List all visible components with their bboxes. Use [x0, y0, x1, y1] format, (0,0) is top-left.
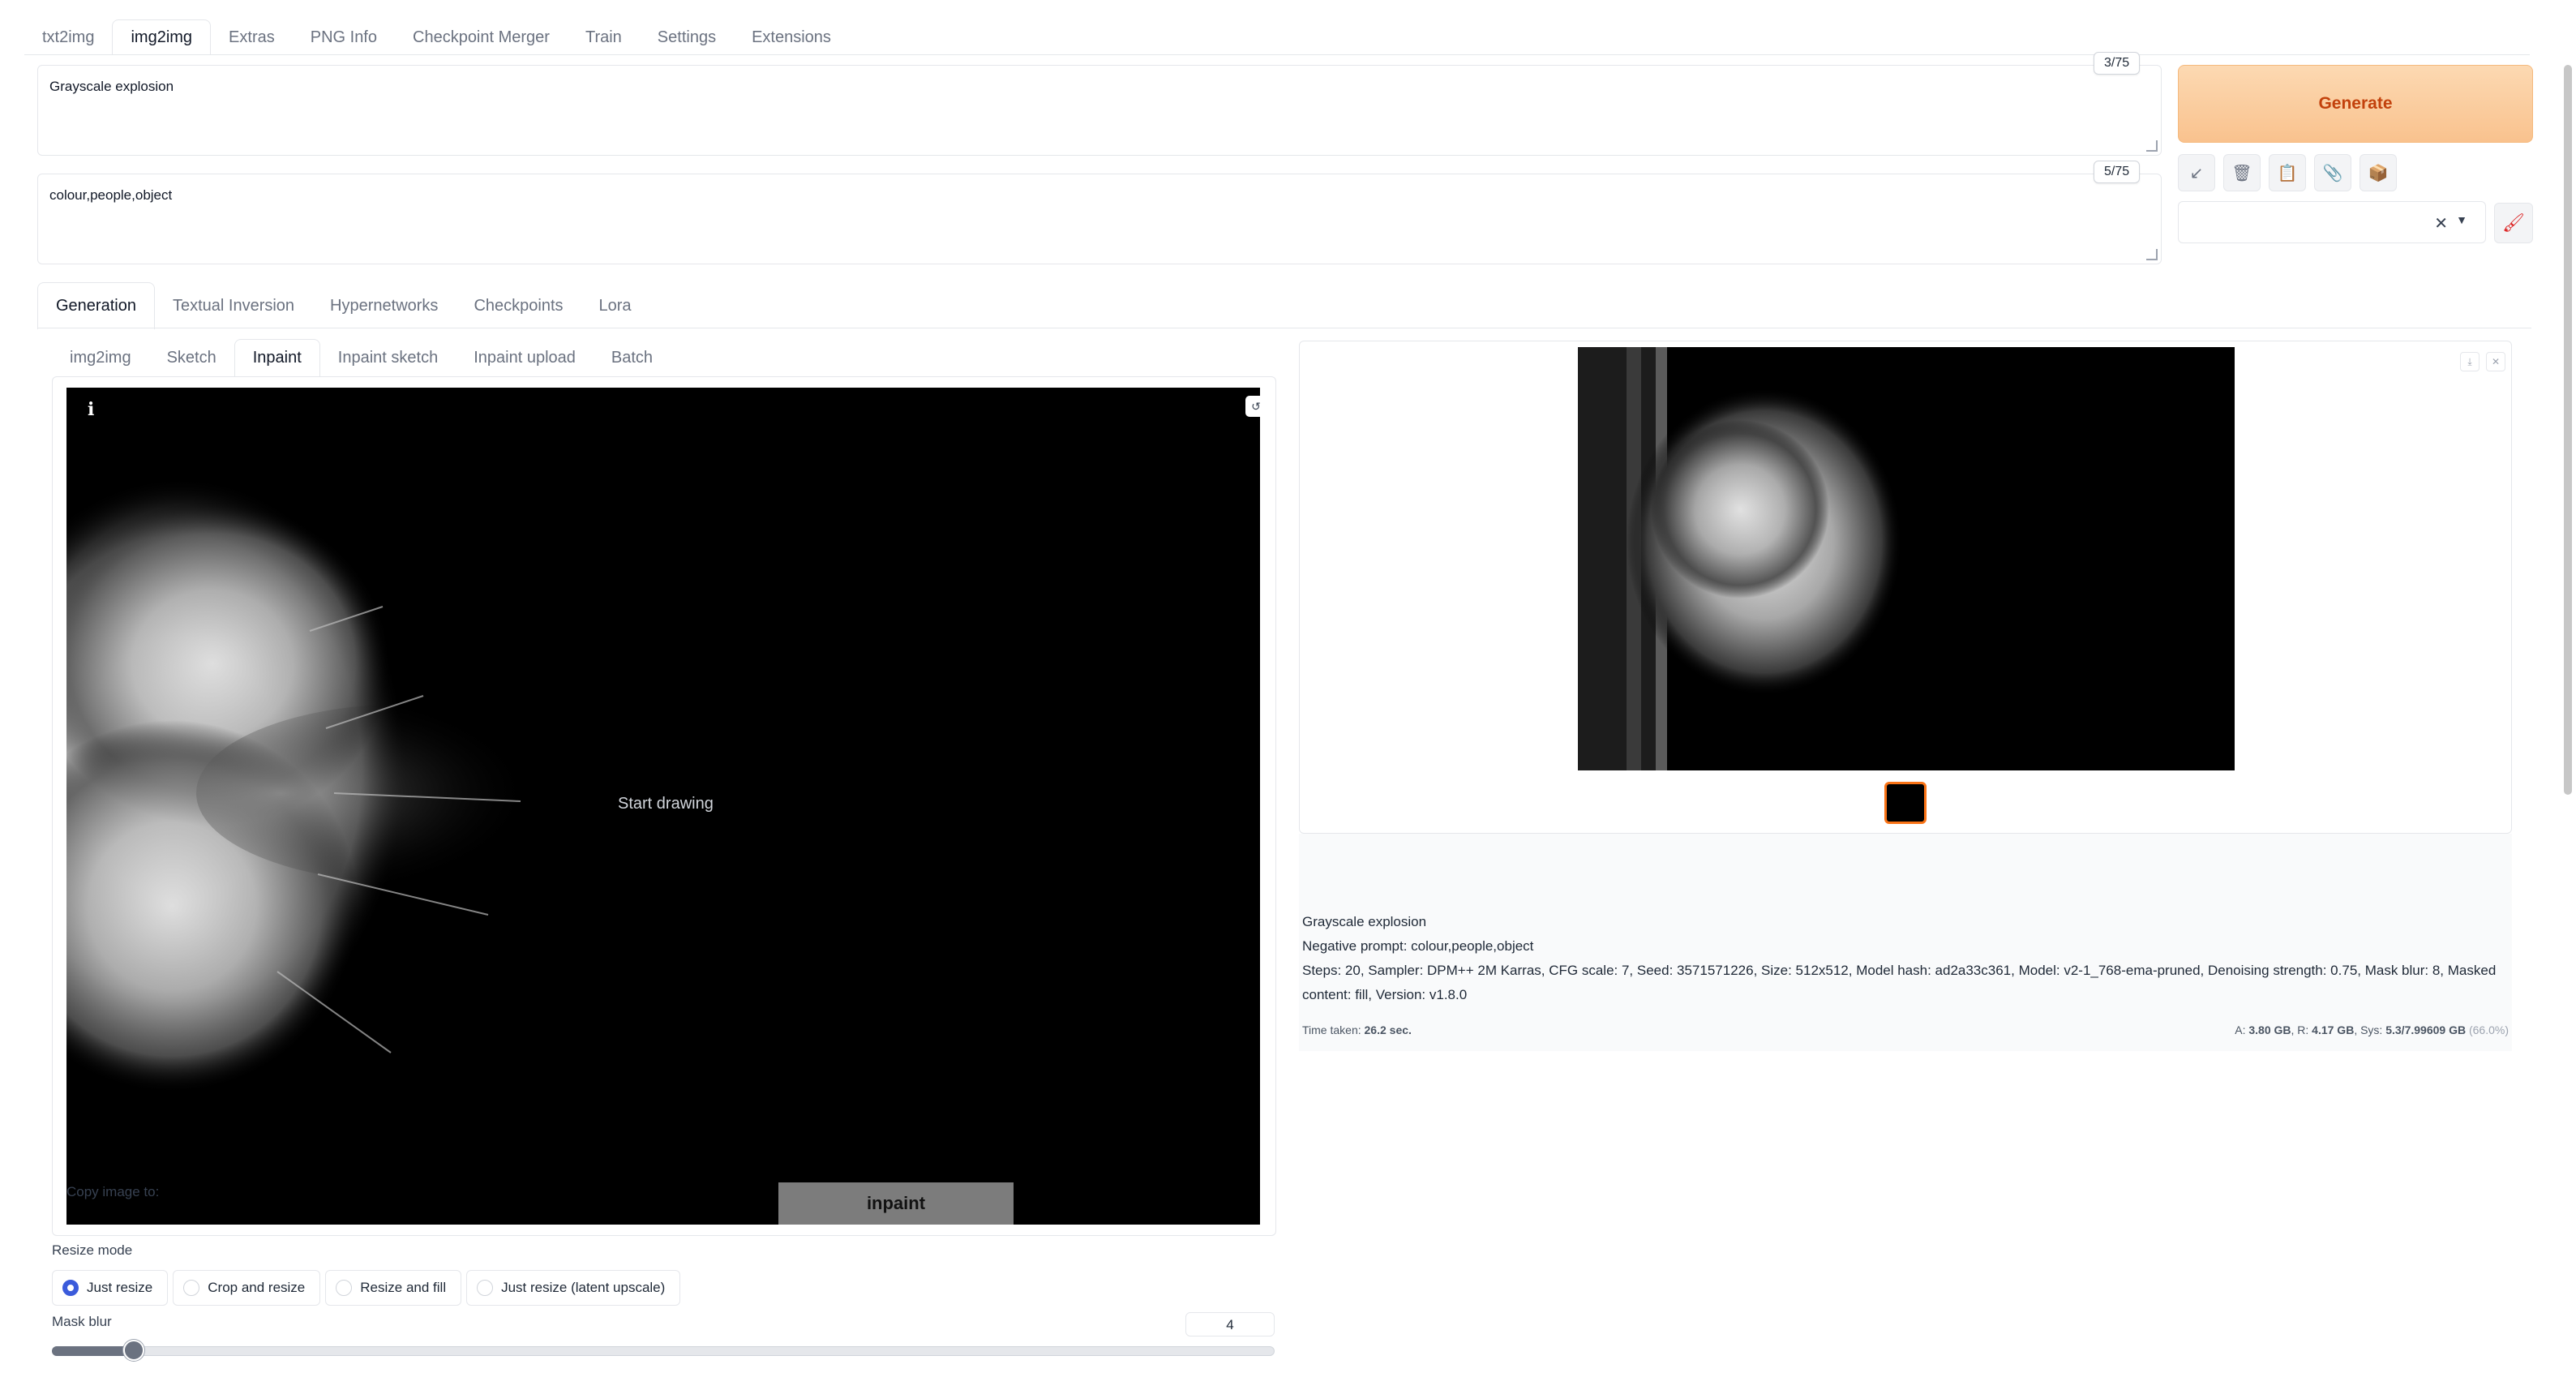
mem-r-value: 4.17 GB: [2312, 1023, 2355, 1036]
mask-blur-slider-fill: [52, 1346, 134, 1356]
clear-prompt-button[interactable]: 🗑: [2223, 154, 2261, 191]
tab-textual-inversion[interactable]: Textual Inversion: [155, 282, 312, 329]
tab-txt2img[interactable]: txt2img: [24, 19, 112, 55]
output-explosion-image: [1578, 347, 1902, 770]
mem-percent: (66.0%): [2468, 1023, 2509, 1036]
radio-label: Resize and fill: [360, 1280, 447, 1295]
radio-label: Just resize: [87, 1280, 153, 1295]
mask-blur-label: Mask blur: [52, 1314, 112, 1329]
copy-image-to-label: Copy image to:: [66, 1184, 160, 1199]
resize-grip-icon[interactable]: [2146, 249, 2158, 260]
apply-style-button[interactable]: 📋: [2269, 154, 2306, 191]
radio-checked-icon: [62, 1280, 79, 1296]
trash-icon: 🗑: [2231, 164, 2252, 182]
box-icon: 📦: [2368, 164, 2389, 182]
tab-hypernetworks[interactable]: Hypernetworks: [312, 282, 456, 329]
img2img-mode-tabs: img2img Sketch Inpaint Inpaint sketch In…: [52, 339, 671, 376]
negative-prompt-text: colour,people,object: [49, 187, 173, 203]
mem-a-label: A:: [2235, 1023, 2246, 1036]
tab-img2img[interactable]: img2img: [112, 19, 212, 55]
chevron-down-icon[interactable]: ▼: [2456, 213, 2467, 226]
resize-mode-label: Resize mode: [52, 1242, 133, 1258]
tab-extras[interactable]: Extras: [211, 19, 293, 55]
tab-checkpoint-merger[interactable]: Checkpoint Merger: [395, 19, 568, 55]
top-tab-bar: txt2img img2img Extras PNG Info Checkpoi…: [24, 19, 849, 55]
radio-resize-and-fill[interactable]: Resize and fill: [325, 1270, 462, 1306]
tab-batch[interactable]: Batch: [594, 339, 671, 376]
memory-stats: A: 3.80 GB, R: 4.17 GB, Sys: 5.3/7.99609…: [2235, 1023, 2509, 1036]
page-scrollbar[interactable]: [2564, 65, 2572, 795]
output-negative-prompt: Negative prompt: colour,people,object: [1302, 938, 1534, 954]
edit-styles-button[interactable]: 🖌: [2494, 203, 2533, 243]
paste-button[interactable]: 📎: [2314, 154, 2351, 191]
paperclip-icon: 📎: [2322, 164, 2343, 182]
resize-grip-icon[interactable]: [2146, 140, 2158, 152]
generate-button[interactable]: Generate: [2178, 65, 2533, 143]
time-taken-value: 26.2 sec.: [1364, 1023, 1412, 1036]
output-params-line-1: Steps: 20, Sampler: DPM++ 2M Karras, CFG…: [1302, 963, 2497, 978]
copy-to-inpaint-button[interactable]: inpaint: [778, 1182, 1014, 1225]
paintbrush-icon: 🖌: [2502, 212, 2525, 233]
tab-checkpoints[interactable]: Checkpoints: [456, 282, 581, 329]
mem-sys-label: Sys:: [2360, 1023, 2383, 1036]
tab-extensions[interactable]: Extensions: [734, 19, 849, 55]
tab-divider: [24, 54, 2530, 55]
resize-mode-radio-group: Just resize Crop and resize Resize and f…: [52, 1270, 681, 1306]
negative-prompt-input[interactable]: colour,people,object: [37, 174, 2162, 264]
mem-sys-value: 5.3/7.99609 GB: [2385, 1023, 2467, 1036]
radio-label: Just resize (latent upscale): [501, 1280, 666, 1295]
mask-blur-slider-track[interactable]: [52, 1346, 1275, 1356]
arrow-icon: ↙: [2189, 164, 2204, 182]
radio-just-resize[interactable]: Just resize: [52, 1270, 169, 1306]
download-icon[interactable]: ⤓: [2460, 352, 2480, 371]
generation-tab-bar: Generation Textual Inversion Hypernetwor…: [37, 282, 649, 329]
generation-info: Grayscale explosion Negative prompt: col…: [1299, 834, 2512, 1051]
styles-dropdown[interactable]: ✕ ▼: [2178, 201, 2486, 243]
start-drawing-hint: Start drawing: [618, 795, 714, 813]
tab-png-info[interactable]: PNG Info: [293, 19, 395, 55]
radio-just-resize-latent[interactable]: Just resize (latent upscale): [466, 1270, 681, 1306]
radio-crop-and-resize[interactable]: Crop and resize: [173, 1270, 321, 1306]
negative-token-counter: 5/75: [2094, 161, 2141, 183]
output-params-line-2: content: fill, Version: v1.8.0: [1302, 987, 1468, 1002]
radio-unchecked-icon: [183, 1280, 200, 1296]
clear-icon[interactable]: ✕: [2434, 213, 2448, 234]
tab-inpaint-sketch[interactable]: Inpaint sketch: [320, 339, 456, 376]
clipboard-icon: 📋: [2277, 164, 2298, 182]
output-image[interactable]: [1578, 347, 2235, 770]
mem-a-value: 3.80 GB: [2248, 1023, 2291, 1036]
prompt-token-counter: 3/75: [2094, 52, 2141, 75]
prompt-text: Grayscale explosion: [49, 79, 174, 94]
output-prompt: Grayscale explosion: [1302, 914, 1427, 929]
prompt-input[interactable]: Grayscale explosion: [37, 65, 2162, 156]
tab-sketch[interactable]: Sketch: [149, 339, 234, 376]
info-icon[interactable]: i: [88, 399, 94, 420]
tab-generation[interactable]: Generation: [37, 282, 155, 329]
mask-blur-slider-thumb[interactable]: [123, 1340, 144, 1361]
inpaint-canvas[interactable]: i ↺ ⌫ ✕ ✎ Start drawing Copy image to: i…: [66, 388, 1260, 1225]
mem-r-label: R:: [2297, 1023, 2309, 1036]
tab-inpaint-upload[interactable]: Inpaint upload: [456, 339, 594, 376]
extra-networks-button[interactable]: 📦: [2360, 154, 2397, 191]
undo-icon[interactable]: ↺: [1245, 396, 1260, 417]
tab-train[interactable]: Train: [568, 19, 640, 55]
gallery-thumbnail[interactable]: [1884, 782, 1927, 824]
radio-unchecked-icon: [336, 1280, 353, 1296]
mask-blur-number-input[interactable]: 4: [1185, 1312, 1275, 1337]
read-params-button[interactable]: ↙: [2178, 154, 2215, 191]
tab-img2img-mode[interactable]: img2img: [52, 339, 149, 376]
tab-inpaint[interactable]: Inpaint: [234, 339, 320, 376]
radio-label: Crop and resize: [208, 1280, 306, 1295]
tab-settings[interactable]: Settings: [640, 19, 734, 55]
radio-unchecked-icon: [477, 1280, 494, 1296]
time-taken: Time taken: 26.2 sec.: [1302, 1023, 1412, 1036]
close-icon[interactable]: ✕: [2486, 352, 2505, 371]
time-taken-label: Time taken:: [1302, 1023, 1361, 1036]
tab-lora[interactable]: Lora: [581, 282, 649, 329]
